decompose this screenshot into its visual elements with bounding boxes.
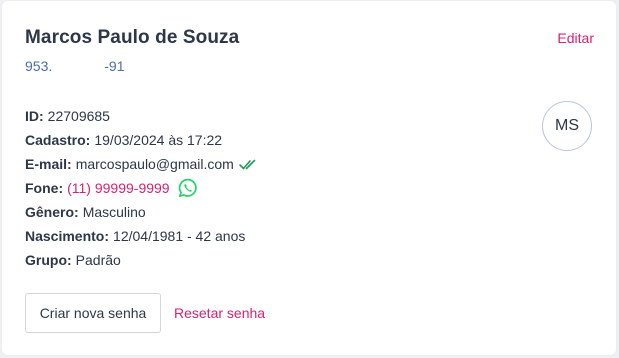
create-password-button[interactable]: Criar nova senha bbox=[25, 293, 161, 333]
detail-gender-label: Gênero: bbox=[25, 203, 79, 220]
customer-card: Marcos Paulo de Souza 953. -91 Editar MS … bbox=[2, 1, 616, 355]
detail-email-value: marcospaulo@gmail.com bbox=[75, 155, 234, 172]
detail-registered-value: 19/03/2024 às 17:22 bbox=[94, 131, 223, 148]
edit-link[interactable]: Editar bbox=[557, 30, 594, 46]
customer-name: Marcos Paulo de Souza bbox=[25, 27, 240, 48]
detail-birth-label: Nascimento: bbox=[25, 227, 110, 244]
detail-group: Grupo: Padrão bbox=[25, 248, 256, 272]
detail-id: ID: 22709685 bbox=[25, 104, 256, 128]
detail-id-value: 22709685 bbox=[47, 107, 110, 124]
detail-email-label: E-mail: bbox=[25, 155, 72, 172]
detail-birth: Nascimento: 12/04/1981 - 42 anos bbox=[25, 224, 256, 248]
detail-registered: Cadastro: 19/03/2024 às 17:22 bbox=[25, 128, 256, 152]
detail-group-label: Grupo: bbox=[25, 251, 72, 268]
detail-gender-value: Masculino bbox=[82, 203, 146, 220]
avatar-initials: MS bbox=[555, 117, 579, 134]
whatsapp-icon[interactable] bbox=[178, 178, 198, 198]
customer-document: 953. -91 bbox=[25, 58, 124, 74]
customer-details: ID: 22709685 Cadastro: 19/03/2024 às 17:… bbox=[25, 104, 256, 272]
reset-password-link[interactable]: Resetar senha bbox=[174, 305, 265, 321]
detail-group-value: Padrão bbox=[75, 251, 121, 268]
detail-gender: Gênero: Masculino bbox=[25, 200, 256, 224]
document-part-start: 953. bbox=[25, 58, 53, 74]
document-part-end: -91 bbox=[104, 58, 125, 74]
avatar: MS bbox=[542, 101, 592, 151]
detail-phone-label: Fone: bbox=[25, 179, 64, 196]
detail-phone: Fone: (11) 99999-9999 bbox=[25, 176, 256, 200]
detail-registered-label: Cadastro: bbox=[25, 131, 91, 148]
double-check-icon bbox=[239, 159, 256, 169]
phone-link[interactable]: (11) 99999-9999 bbox=[67, 179, 169, 198]
detail-id-label: ID: bbox=[25, 107, 44, 124]
detail-email: E-mail: marcospaulo@gmail.com bbox=[25, 152, 256, 176]
detail-birth-value: 12/04/1981 - 42 anos bbox=[113, 227, 246, 244]
